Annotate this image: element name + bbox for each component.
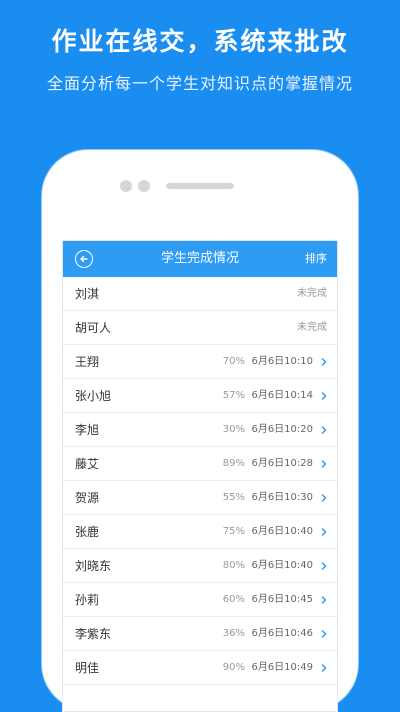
student-row[interactable]: 李旭 30% 6月6日10:20 [63,413,337,447]
submit-time: 6月6日10:28 [251,458,313,469]
student-row[interactable]: 贺源 55% 6月6日10:30 [63,481,337,515]
header-title: 学生完成情况 [160,251,239,266]
student-name: 张小旭 [75,389,112,403]
score-percent: 55% [222,492,245,503]
promo-subtitle: 全面分析每一个学生对知识点的掌握情况 [46,74,353,93]
camera-dot [120,180,132,192]
chevron-right-icon [321,358,327,366]
status-label: 未完成 [297,322,327,333]
chevron-right-icon [321,494,327,502]
student-name: 贺源 [75,491,100,505]
chevron-right-icon [321,426,327,434]
student-name: 胡可人 [75,321,112,335]
chevron-right-icon [321,664,327,672]
student-name: 刘晓东 [75,559,112,573]
submit-time: 6月6日10:30 [251,492,313,503]
app-header: 学生完成情况 排序 [63,241,337,277]
score-percent: 70% [222,356,245,367]
sensor-dot [138,180,150,192]
speaker-grille [166,183,234,189]
student-name: 刘淇 [75,287,100,301]
student-row[interactable]: 张小旭 57% 6月6日10:14 [63,379,337,413]
submit-time: 6月6日10:49 [251,662,313,673]
student-list: 刘淇 未完成 胡可人 未完成 王翔 70% 6月6日10:10 张小旭 57% 6月6日10:14… [63,277,337,685]
student-name: 明佳 [75,661,100,675]
student-row[interactable]: 明佳 90% 6月6日10:49 [63,651,337,685]
submit-time: 6月6日10:10 [251,356,313,367]
score-percent: 57% [222,390,245,401]
student-name: 张鹿 [75,525,100,539]
chevron-right-icon [321,460,327,468]
submit-time: 6月6日10:46 [251,628,313,639]
chevron-right-icon [321,528,327,536]
app-screen: 学生完成情况 排序 刘淇 未完成 胡可人 未完成 王翔 70% 6月6日10:10 张小旭 57… [62,240,338,712]
submit-time: 6月6日10:14 [251,390,313,401]
score-percent: 60% [222,594,245,605]
score-percent: 80% [222,560,245,571]
back-arrow-circle-icon [80,255,88,263]
score-percent: 90% [222,662,245,673]
student-row[interactable]: 刘淇 未完成 [63,277,337,311]
student-name: 李紫东 [75,627,112,641]
submit-time: 6月6日10:40 [251,560,313,571]
submit-time: 6月6日10:20 [251,424,313,435]
submit-time: 6月6日10:45 [251,594,313,605]
back-button[interactable] [75,250,93,268]
student-name: 藤艾 [75,457,100,471]
submit-time: 6月6日10:40 [251,526,313,537]
student-name: 李旭 [75,423,100,437]
chevron-right-icon [321,630,327,638]
student-row[interactable]: 张鹿 75% 6月6日10:40 [63,515,337,549]
chevron-right-icon [321,596,327,604]
promo-title: 作业在线交，系统来批改 [51,27,349,56]
chevron-right-icon [321,562,327,570]
student-row[interactable]: 藤艾 89% 6月6日10:28 [63,447,337,481]
student-row[interactable]: 王翔 70% 6月6日10:10 [63,345,337,379]
student-name: 王翔 [75,355,100,369]
student-name: 孙莉 [75,593,100,607]
student-row[interactable]: 孙莉 60% 6月6日10:45 [63,583,337,617]
phone-frame: 学生完成情况 排序 刘淇 未完成 胡可人 未完成 王翔 70% 6月6日10:10 张小旭 57… [42,150,358,712]
score-percent: 75% [222,526,245,537]
student-row[interactable]: 胡可人 未完成 [63,311,337,345]
score-percent: 89% [222,458,245,469]
student-row[interactable]: 李紫东 36% 6月6日10:46 [63,617,337,651]
sort-button[interactable]: 排序 [305,241,327,277]
student-row[interactable]: 刘晓东 80% 6月6日10:40 [63,549,337,583]
score-percent: 36% [222,628,245,639]
chevron-right-icon [321,392,327,400]
score-percent: 30% [222,424,245,435]
status-label: 未完成 [297,288,327,299]
